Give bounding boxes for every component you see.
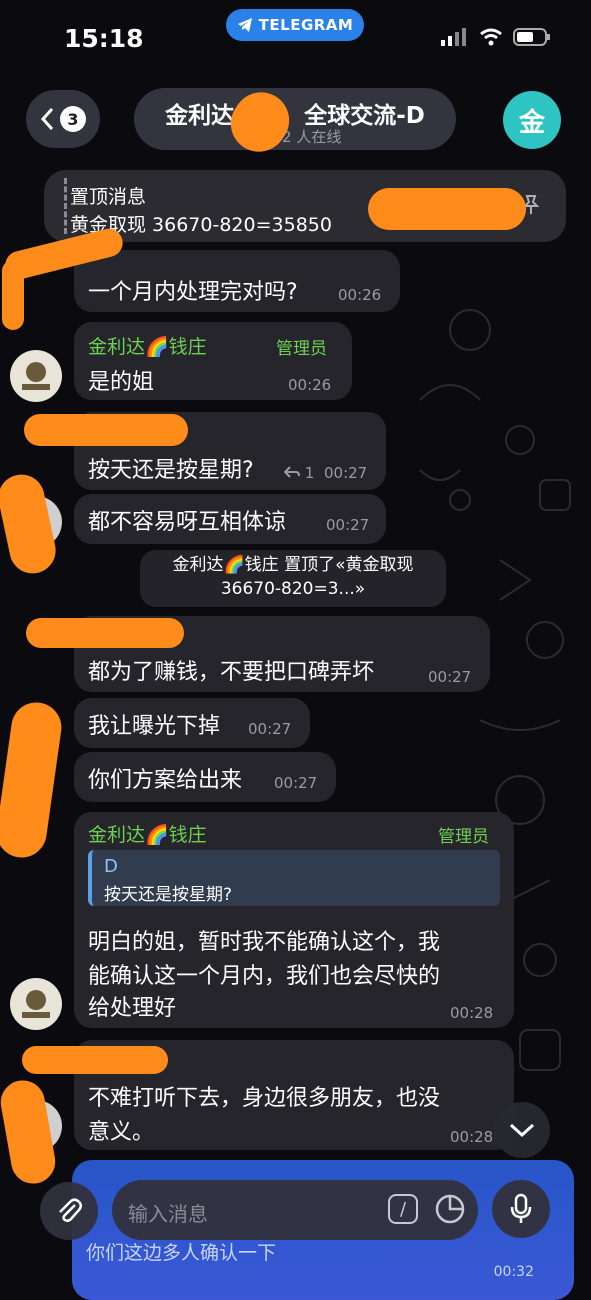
message-text: 是的姐	[88, 370, 155, 395]
chat-avatar[interactable]: 金	[503, 91, 561, 149]
message-bubble[interactable]: 金利达🌈钱庄 管理员 是的姐 00:26	[74, 322, 352, 400]
reply-arrow-icon	[283, 466, 300, 478]
back-button[interactable]: 3	[26, 90, 100, 148]
redaction-mark	[0, 699, 65, 861]
outgoing-message-time: 00:32	[493, 1264, 534, 1280]
message-line-2: 能确认这一个月内，我们也会尽快的	[88, 964, 441, 989]
quoted-reply[interactable]: D 按天还是按星期?	[88, 850, 500, 906]
composer-area: 你们这边多人确认一下 00:32 输入消息 /	[0, 1160, 591, 1300]
service-line-1: 金利达🌈钱庄 置顶了«黄金取现	[172, 555, 414, 575]
message-input-placeholder: 输入消息	[128, 1202, 208, 1226]
outgoing-message-text: 你们这边多人确认一下	[86, 1242, 277, 1264]
message-line-1: 不难打听下去，身边很多朋友，也没	[88, 1086, 441, 1111]
message-text: 我让曝光下掉	[88, 714, 221, 739]
reply-count-group[interactable]: 1	[283, 464, 315, 482]
status-time: 15:18	[64, 24, 144, 53]
message-input[interactable]: 输入消息 /	[112, 1180, 478, 1240]
sticker-icon[interactable]	[434, 1193, 466, 1225]
chat-title: 金利达& 全球交流-D	[134, 96, 456, 130]
message-text: 都不容易呀互相体谅	[88, 510, 287, 535]
telegram-icon	[237, 18, 252, 32]
message-text: 你们方案给出来	[88, 768, 243, 793]
message-time: 00:28	[450, 1004, 494, 1022]
redaction-mark	[368, 188, 526, 230]
voice-message-button[interactable]	[492, 1180, 550, 1238]
chat-header: 3 金利达& 全球交流-D 16 , 2 人在线 金	[0, 86, 591, 156]
scroll-down-button[interactable]	[494, 1102, 550, 1158]
message-time: 00:27	[326, 516, 370, 534]
message-time: 00:27	[324, 464, 368, 482]
cellular-signal-icon	[441, 28, 466, 46]
status-bar: 15:18 TELEGRAM	[0, 0, 591, 70]
message-line-1: 明白的姐，暂时我不能确认这个，我	[88, 930, 441, 955]
message-time: 00:27	[248, 720, 292, 738]
status-icons	[441, 28, 551, 46]
redaction-mark	[22, 1046, 168, 1074]
back-chevron-icon	[40, 107, 54, 131]
sender-name: 金利达🌈钱庄	[88, 824, 207, 846]
telegram-pill-label: TELEGRAM	[258, 16, 354, 34]
admin-role-badge: 管理员	[438, 827, 489, 847]
battery-icon	[513, 28, 550, 46]
message-time: 00:28	[450, 1128, 494, 1146]
admin-role-badge: 管理员	[276, 339, 327, 359]
chat-subtitle: 16 , 2 人在线	[248, 128, 342, 146]
chevron-down-icon	[509, 1123, 535, 1138]
message-line-2: 意义。	[88, 1120, 155, 1145]
admin-avatar[interactable]	[10, 350, 62, 402]
message-time: 00:27	[274, 774, 318, 792]
message-text: 一个月内处理完对吗?	[88, 280, 298, 305]
service-message: 金利达🌈钱庄 置顶了«黄金取现 36670-820=3...»	[140, 550, 446, 607]
redaction-mark	[26, 618, 184, 648]
quoted-text: 按天还是按星期?	[104, 885, 233, 905]
quoted-sender: D	[104, 856, 118, 877]
command-icon[interactable]: /	[388, 1194, 418, 1224]
message-bubble[interactable]: 我让曝光下掉 00:27	[74, 698, 310, 748]
message-bubble[interactable]: 你们方案给出来 00:27	[74, 752, 336, 802]
telegram-pill[interactable]: TELEGRAM	[226, 9, 364, 41]
chat-title-pill[interactable]: 金利达& 全球交流-D 16 , 2 人在线	[134, 88, 456, 150]
message-bubble[interactable]: 都不容易呀互相体谅 00:27	[74, 494, 386, 544]
attach-button[interactable]	[40, 1182, 98, 1240]
message-text: 都为了赚钱，不要把口碑弄坏	[88, 660, 375, 685]
redaction-mark	[2, 260, 24, 330]
sender-name: 金利达🌈钱庄	[88, 336, 207, 358]
message-time: 00:26	[338, 286, 382, 304]
unread-badge: 3	[60, 106, 86, 132]
message-line-3: 给处理好	[88, 996, 177, 1021]
admin-avatar[interactable]	[10, 978, 62, 1030]
redaction-mark	[24, 414, 188, 446]
paperclip-icon	[59, 1198, 82, 1223]
message-time: 00:27	[428, 668, 472, 686]
message-time: 00:26	[288, 376, 332, 394]
pinned-label: 置顶消息	[70, 186, 147, 208]
wifi-icon	[480, 28, 502, 46]
mic-icon	[510, 1193, 532, 1223]
message-bubble[interactable]: 金利达🌈钱庄 管理员 D 按天还是按星期? 明白的姐，暂时我不能确认这个，我 能…	[74, 812, 514, 1028]
message-text: 按天还是按星期?	[88, 458, 254, 483]
reply-count: 1	[304, 464, 315, 482]
message-bubble[interactable]: 一个月内处理完对吗? 00:26	[74, 250, 400, 312]
service-line-2: 36670-820=3...»	[220, 579, 366, 599]
